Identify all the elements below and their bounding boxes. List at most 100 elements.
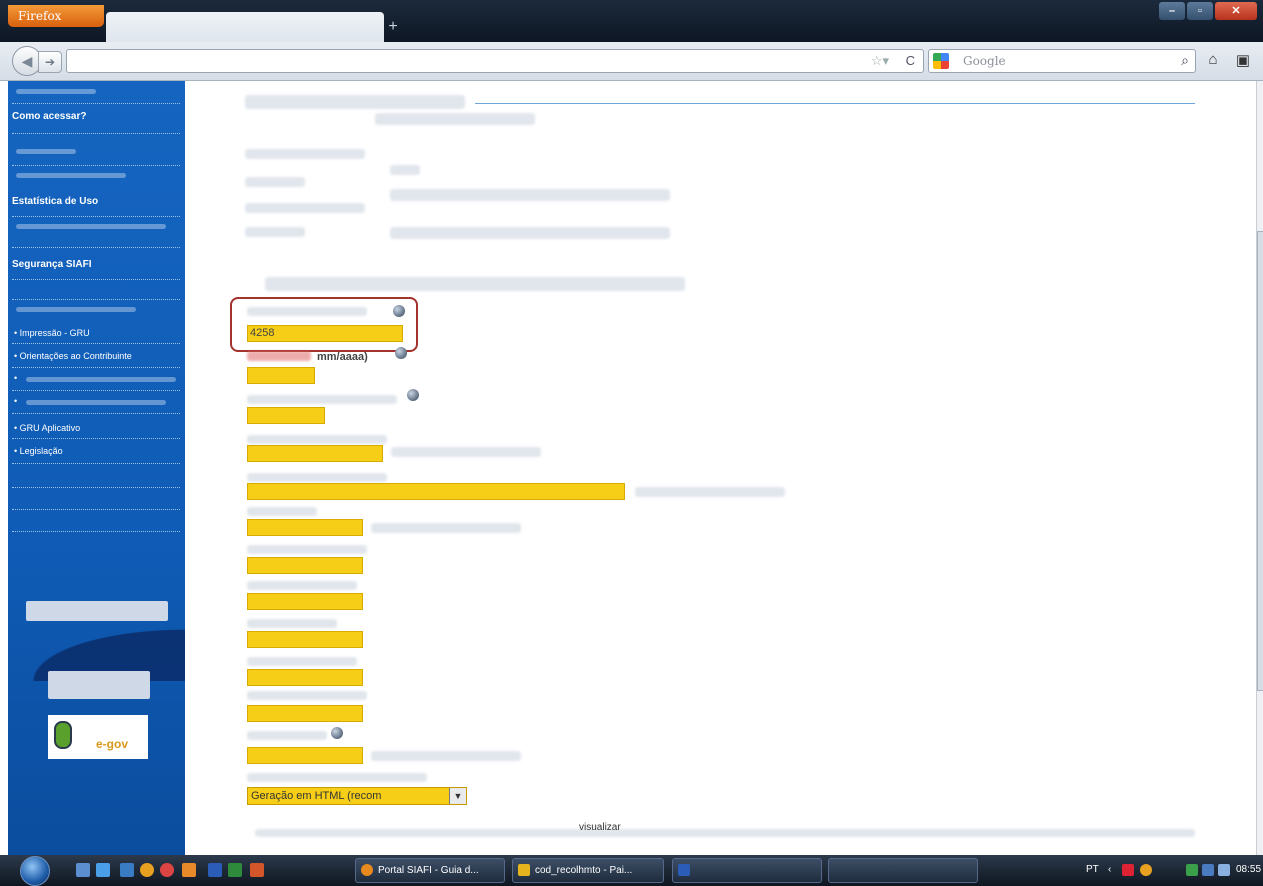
output-format-value: Geração em HTML (recom [251, 790, 382, 802]
sidebar-link-blurred[interactable]: • [14, 396, 17, 406]
taskbar-item-label: cod_recolhmto - Pai... [535, 865, 633, 876]
help-icon[interactable] [395, 347, 407, 359]
forward-arrow-icon[interactable]: ➔ [38, 51, 62, 73]
paint-icon [518, 864, 530, 876]
blurred-text [390, 227, 670, 239]
sidebar-link-label: Legislação [19, 446, 63, 456]
firefox-quicklaunch-icon[interactable] [140, 863, 154, 877]
cnpj-cpf-input[interactable] [247, 445, 383, 462]
sidebar-divider [12, 103, 180, 104]
site-sidebar: Como acessar? Estatística de Uso Seguran… [8, 81, 185, 855]
blurred-page-title [375, 113, 535, 125]
search-icon[interactable]: ⌕ [1181, 52, 1189, 69]
sidebar-divider [12, 343, 180, 344]
maximize-icon[interactable]: ▫ [1187, 2, 1213, 20]
scrollbar-thumb[interactable] [1257, 231, 1263, 691]
output-format-select[interactable]: Geração em HTML (recom ▼ [247, 787, 467, 805]
sidebar-link-label: Orientações ao Contribuinte [19, 351, 132, 361]
juros-encargos-input[interactable] [247, 669, 363, 686]
firefox-menu-button[interactable]: Firefox [8, 5, 104, 27]
tray-display-icon[interactable] [1202, 864, 1214, 876]
excel-icon[interactable] [228, 863, 242, 877]
reload-icon[interactable]: C [906, 53, 915, 68]
sidebar-item-estatistica[interactable]: Estatística de Uso [12, 196, 98, 207]
sidebar-link-orientacoes[interactable]: • Orientações ao Contribuinte [14, 351, 132, 361]
firefox-icon [361, 864, 373, 876]
tray-antivirus-icon[interactable] [1122, 864, 1134, 876]
sidebar-link-gru-aplicativo[interactable]: • GRU Aplicativo [14, 423, 80, 433]
media-player-icon[interactable] [120, 863, 134, 877]
taskbar-item-blurred[interactable] [828, 858, 978, 883]
browser-quicklaunch-icon[interactable] [160, 863, 174, 877]
tray-update-icon[interactable] [1140, 864, 1152, 876]
powerpoint-icon[interactable] [250, 863, 264, 877]
valor-total-input[interactable] [247, 747, 363, 764]
blurred-menu-item[interactable] [16, 307, 136, 312]
dropdown-arrow-icon[interactable]: ▼ [449, 788, 466, 804]
sidebar-link-blurred[interactable]: • [14, 373, 17, 383]
blurred-text [371, 751, 521, 761]
blurred-menu-item[interactable] [16, 149, 76, 154]
blurred-banner[interactable] [48, 671, 150, 699]
outros-acrescimos-input[interactable] [247, 705, 363, 722]
egov-logo-link[interactable]: e-gov [48, 715, 148, 759]
blurred-menu-item[interactable] [26, 377, 176, 382]
date-format-hint: mm/aaaa) [317, 351, 368, 363]
bookmarks-menu-icon[interactable]: ▣ [1232, 51, 1254, 73]
help-icon[interactable] [407, 389, 419, 401]
close-icon[interactable]: ✕ [1215, 2, 1257, 20]
google-engine-icon[interactable] [933, 53, 949, 69]
sidebar-divider [12, 299, 180, 300]
desconto-input[interactable] [247, 557, 363, 574]
sidebar-item-seguranca-siafi[interactable]: Segurança SIAFI [12, 259, 91, 270]
bookmark-star-icon[interactable]: ☆▾ [871, 53, 889, 69]
volume-icon[interactable] [1218, 864, 1230, 876]
blurred-banner[interactable] [26, 601, 168, 621]
mora-multa-input[interactable] [247, 631, 363, 648]
valor-principal-input[interactable] [247, 519, 363, 536]
sidebar-divider [12, 509, 180, 510]
browser-tab-active[interactable] [106, 12, 384, 42]
url-bar[interactable]: ☆▾ C [66, 49, 924, 73]
browser-titlebar: Firefox + – ▫ ✕ [0, 0, 1263, 42]
title-divider [475, 103, 1195, 104]
language-indicator[interactable]: PT [1086, 864, 1099, 875]
home-icon[interactable]: ⌂ [1202, 51, 1224, 73]
blurred-menu-item[interactable] [16, 173, 126, 178]
blurred-field-label [247, 691, 367, 700]
highlight-annotation [230, 297, 418, 352]
outras-deducoes-input[interactable] [247, 593, 363, 610]
minimize-icon[interactable]: – [1159, 2, 1185, 20]
vencimento-input[interactable] [247, 407, 325, 424]
blurred-field-label [247, 435, 387, 444]
taskbar-item-word[interactable] [672, 858, 822, 883]
word-icon[interactable] [208, 863, 222, 877]
page-scrollbar[interactable] [1256, 81, 1263, 855]
navigation-toolbar: ◀ ➔ ☆▾ C Google ⌕ ⌂ ▣ [0, 42, 1263, 81]
tray-network-icon[interactable] [1186, 864, 1198, 876]
taskbar-item-cod-recolhmto[interactable]: cod_recolhmto - Pai... [512, 858, 664, 883]
search-bar[interactable]: Google ⌕ [928, 49, 1196, 73]
tray-expand-icon[interactable]: ‹ [1108, 864, 1120, 876]
visualizar-button[interactable]: visualizar [579, 822, 621, 833]
blurred-menu-item[interactable] [16, 224, 166, 229]
show-desktop-icon[interactable] [76, 863, 90, 877]
taskbar-item-portal-siafi[interactable]: Portal SIAFI - Guia d... [355, 858, 505, 883]
new-tab-button[interactable]: + [384, 18, 402, 36]
sidebar-link-label: GRU Aplicativo [19, 423, 81, 433]
sidebar-link-impressao-gru[interactable]: • Impressão - GRU [14, 328, 90, 338]
sidebar-link-legislacao[interactable]: • Legislação [14, 446, 63, 456]
blurred-field-label [247, 545, 367, 554]
sidebar-item-como-acessar[interactable]: Como acessar? [12, 111, 86, 122]
switch-windows-icon[interactable] [96, 863, 110, 877]
blurred-section-heading [265, 277, 685, 291]
blurred-field-label [247, 351, 311, 361]
help-icon[interactable] [331, 727, 343, 739]
blurred-menu-item[interactable] [16, 89, 96, 94]
competencia-input[interactable] [247, 367, 315, 384]
java-icon[interactable] [182, 863, 196, 877]
windows-taskbar: Portal SIAFI - Guia d... cod_recolhmto -… [0, 855, 1263, 886]
start-button-icon[interactable] [20, 856, 50, 886]
blurred-menu-item[interactable] [26, 400, 166, 405]
nome-contribuinte-input[interactable] [247, 483, 625, 500]
